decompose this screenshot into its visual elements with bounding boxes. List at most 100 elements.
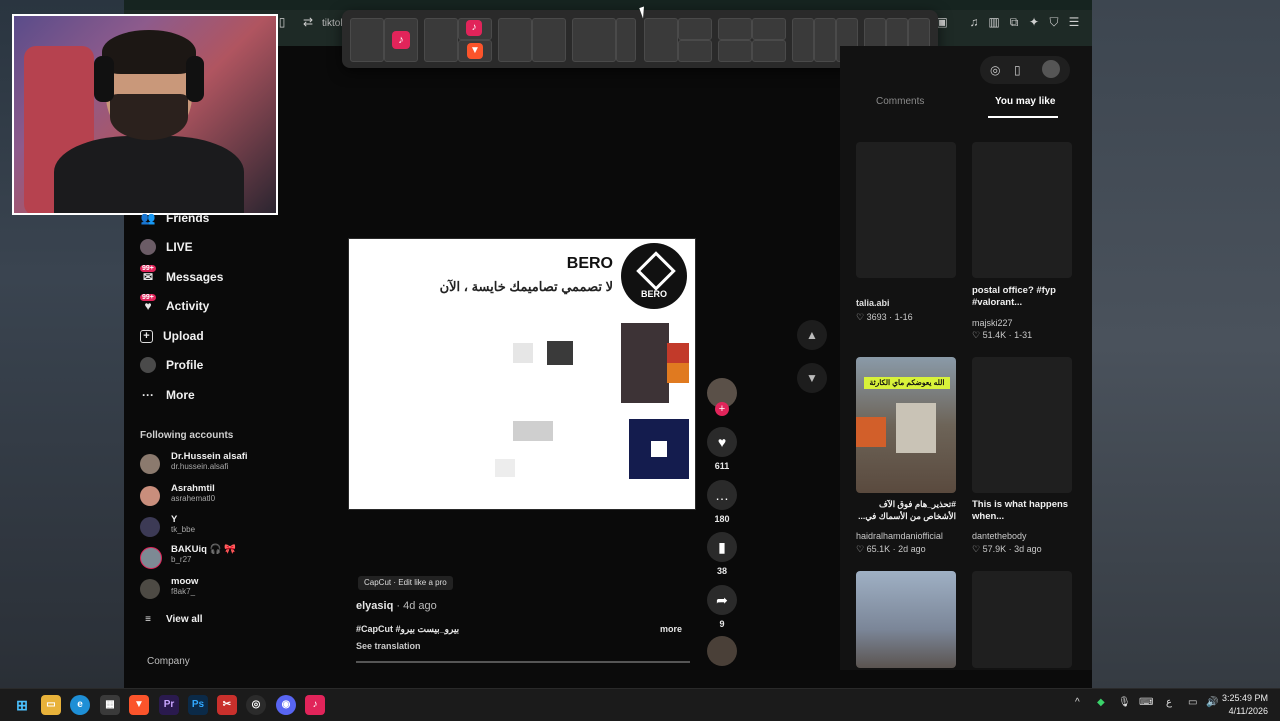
card-title[interactable]: postal office? #fyp #valorant... xyxy=(972,285,1072,309)
site-info-icon[interactable]: ⇄ xyxy=(302,16,314,28)
video-hashtags[interactable]: #CapCut #بيرو_بيست بيرو xyxy=(356,624,459,635)
chevron-up-icon[interactable]: ^ xyxy=(1075,697,1080,708)
pixel-block xyxy=(667,363,689,383)
snap-layout-1-left[interactable] xyxy=(350,18,384,62)
snap-layout-4-right[interactable] xyxy=(616,18,636,62)
language-indicator[interactable]: ع xyxy=(1166,697,1172,708)
keyboard-icon[interactable]: ⌨ xyxy=(1139,697,1153,708)
snap-layout-5-top[interactable] xyxy=(678,18,712,40)
snap-layout-5-left[interactable] xyxy=(644,18,678,62)
snap-layout-3-left[interactable] xyxy=(498,18,532,62)
nav-friends[interactable]: 👥 Friends xyxy=(140,208,210,228)
nvidia-icon[interactable]: ◆ xyxy=(1097,697,1105,708)
snap-layout-2-top[interactable]: ♪ xyxy=(458,18,492,40)
photoshop-icon[interactable]: Ps xyxy=(188,695,208,715)
snap-layout-5-bottom[interactable] xyxy=(678,40,712,62)
shield-icon[interactable]: ⛉ xyxy=(1048,16,1060,28)
chrome-icon[interactable]: ◎ xyxy=(246,695,266,715)
nav-messages[interactable]: ✉ 99+ Messages xyxy=(140,265,223,287)
clock-time: 3:25:49 PM xyxy=(1221,693,1268,703)
recommended-video-card[interactable] xyxy=(856,571,956,668)
store-icon[interactable]: ▦ xyxy=(100,695,120,715)
recommended-video-card[interactable] xyxy=(972,571,1072,668)
tab-comments[interactable]: Comments xyxy=(876,96,924,107)
video-progress-bar[interactable] xyxy=(356,661,690,663)
system-clock[interactable]: 3:25:49 PM 4/11/2026 xyxy=(1222,692,1268,718)
recommended-video-card[interactable]: الله يعوضكم ماي الكارثة xyxy=(856,357,956,493)
snap-layout-7-b[interactable] xyxy=(814,18,836,62)
nav-upload[interactable]: + Upload xyxy=(140,326,204,346)
snap-layout-6-br[interactable] xyxy=(752,40,786,62)
panel-icon-group: ◎ ▯ xyxy=(980,56,1070,84)
extensions-icon[interactable]: ✦ xyxy=(1028,16,1040,28)
discord-icon[interactable]: ◉ xyxy=(276,695,296,715)
following-account-item[interactable]: Asrahmtil asrahematl0 xyxy=(140,483,290,509)
like-button[interactable]: ♥ 611 xyxy=(706,427,738,471)
tiktok-icon[interactable]: ♪ xyxy=(305,695,325,715)
following-account-item[interactable]: moow f8ak7_ xyxy=(140,576,290,602)
edge-icon[interactable]: e xyxy=(70,695,90,715)
following-account-item[interactable]: BAKUiq 🎧 🎀 b_r27 xyxy=(140,544,290,570)
snap-layout-6-tr[interactable] xyxy=(752,18,786,40)
following-account-item[interactable]: Dr.Hussein alsafi dr.hussein.alsafi xyxy=(140,451,290,477)
author-avatar-button[interactable]: + xyxy=(706,378,738,416)
snap-layout-1-right[interactable]: ♪ xyxy=(384,18,418,62)
recommended-video-card[interactable] xyxy=(972,357,1072,493)
nav-live[interactable]: LIVE xyxy=(140,237,193,257)
tiktok-icon: ♪ xyxy=(466,20,482,36)
phone-icon[interactable]: ▯ xyxy=(1014,63,1021,77)
tab-you-may-like[interactable]: You may like xyxy=(995,96,1055,107)
microphone-icon[interactable]: 🎙 xyxy=(1118,697,1131,708)
card-title[interactable]: This is what happens when... xyxy=(972,499,1072,523)
snap-layout-2-bottom[interactable]: ▼ xyxy=(458,40,492,62)
card-title[interactable]: #تحذير_هام فوق الآف الأشخاص من الأسماك ف… xyxy=(856,498,956,522)
follow-plus-icon[interactable]: + xyxy=(715,402,729,416)
avatar xyxy=(140,579,160,599)
following-account-item[interactable]: Y tk_bbe xyxy=(140,514,290,540)
recommended-video-card[interactable] xyxy=(972,142,1072,278)
capcut-tag[interactable]: CapCut · Edit like a pro xyxy=(358,576,453,590)
start-icon[interactable]: ⊞ xyxy=(12,695,32,715)
nav-more[interactable]: ··· More xyxy=(140,385,195,405)
browser-tab-strip[interactable] xyxy=(124,0,1092,10)
snipping-icon[interactable]: ✂ xyxy=(217,695,237,715)
volume-icon[interactable]: 🔊 xyxy=(1206,697,1218,708)
compass-icon[interactable]: ◎ xyxy=(990,63,1000,77)
sidebar-icon[interactable]: ▥ xyxy=(988,16,1000,28)
card-author[interactable]: talia.abi xyxy=(856,298,890,308)
comment-button[interactable]: … 180 xyxy=(706,480,738,524)
company-link[interactable]: Company xyxy=(147,656,190,667)
share-button[interactable]: ➦ 9 xyxy=(706,585,738,629)
snap-layout-6-tl[interactable] xyxy=(718,18,752,40)
next-video-button[interactable]: ▼ xyxy=(797,363,827,393)
network-icon[interactable]: ▭ xyxy=(1188,697,1197,708)
card-author[interactable]: haidralhamdaniofficial xyxy=(856,531,943,541)
file-explorer-icon[interactable]: ▭ xyxy=(41,695,61,715)
prev-video-button[interactable]: ▲ xyxy=(797,320,827,350)
snap-layout-2-left[interactable] xyxy=(424,18,458,62)
more-button[interactable]: more xyxy=(660,624,682,634)
card-author[interactable]: dantethebody xyxy=(972,531,1027,541)
music-disc-button[interactable] xyxy=(706,636,738,666)
card-author[interactable]: majski227 xyxy=(972,318,1013,328)
snap-layout-3-right[interactable] xyxy=(532,18,566,62)
nav-profile[interactable]: Profile xyxy=(140,355,203,375)
brave-icon[interactable]: ▼ xyxy=(129,695,149,715)
webcam-headset-right xyxy=(186,56,204,102)
video-author-line[interactable]: elyasiq · 4d ago xyxy=(356,600,437,612)
snap-layout-4-left[interactable] xyxy=(572,18,616,62)
menu-icon[interactable]: ☰ xyxy=(1068,16,1080,28)
snap-layout-7-a[interactable] xyxy=(792,18,814,62)
music-icon[interactable]: ♫ xyxy=(968,16,980,28)
save-button[interactable]: ▮ 38 xyxy=(706,532,738,576)
nav-activity[interactable]: ♥ 99+ Activity xyxy=(140,294,209,316)
video-player[interactable]: BERO لا تصممي تصاميمك خايسة ، الآن BERO xyxy=(348,238,696,510)
snap-layout-6-bl[interactable] xyxy=(718,40,752,62)
recommended-video-card[interactable] xyxy=(856,142,956,278)
see-translation-link[interactable]: See translation xyxy=(356,641,421,651)
card-meta: ♡ 65.1K · 2d ago xyxy=(856,544,926,554)
globe-icon[interactable] xyxy=(1042,60,1060,78)
premiere-icon[interactable]: Pr xyxy=(159,695,179,715)
split-icon[interactable]: ⧉ xyxy=(1008,16,1020,28)
view-all-link[interactable]: ≡ View all xyxy=(140,609,202,629)
